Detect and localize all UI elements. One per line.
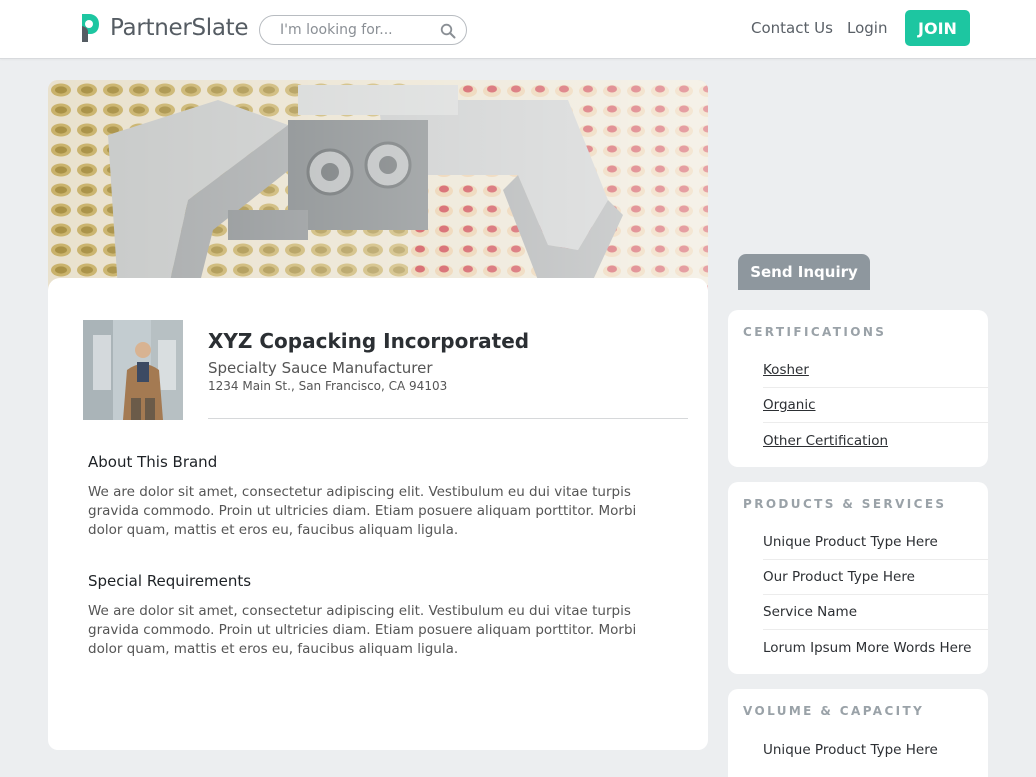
list-item[interactable]: Other Certification: [763, 423, 988, 458]
products-title: PRODUCTS & SERVICES: [743, 497, 947, 511]
divider: [208, 418, 688, 419]
list-item[interactable]: Organic: [763, 388, 988, 423]
products-list: Unique Product Type Here Our Product Typ…: [728, 525, 988, 665]
about-title: About This Brand: [88, 453, 218, 471]
certifications-title: CERTIFICATIONS: [743, 325, 887, 339]
login-link[interactable]: Login: [847, 19, 887, 37]
company-type: Specialty Sauce Manufacturer: [208, 359, 433, 377]
volume-list: Unique Product Type Here: [728, 732, 988, 767]
search-icon[interactable]: [440, 23, 456, 39]
certifications-card: CERTIFICATIONS Kosher Organic Other Cert…: [728, 310, 988, 467]
logo-text: PartnerSlate: [110, 15, 249, 41]
contact-us-link[interactable]: Contact Us: [751, 19, 833, 37]
products-services-card: PRODUCTS & SERVICES Unique Product Type …: [728, 482, 988, 674]
send-inquiry-button[interactable]: Send Inquiry: [738, 254, 870, 290]
about-body: We are dolor sit amet, consectetur adipi…: [88, 484, 637, 538]
partnerslate-logo-icon: [82, 14, 99, 42]
list-item[interactable]: Kosher: [763, 353, 988, 388]
certifications-list: Kosher Organic Other Certification: [728, 353, 988, 458]
company-name: XYZ Copacking Incorporated: [208, 329, 530, 353]
search-box[interactable]: [259, 15, 467, 45]
list-item: Unique Product Type Here: [763, 525, 988, 560]
list-item: Unique Product Type Here: [763, 741, 938, 758]
company-profile-card: XYZ Copacking Incorporated Specialty Sau…: [48, 278, 708, 750]
certification-link[interactable]: Kosher: [763, 362, 809, 378]
certification-link[interactable]: Organic: [763, 397, 816, 413]
list-item: Lorum Ipsum More Words Here: [763, 639, 972, 656]
company-address: 1234 Main St., San Francisco, CA 94103: [208, 379, 448, 393]
requirements-title: Special Requirements: [88, 572, 252, 590]
requirements-body: We are dolor sit amet, consectetur adipi…: [88, 603, 637, 657]
logo[interactable]: PartnerSlate: [80, 12, 249, 44]
top-header: PartnerSlate Contact Us Login JOIN: [0, 0, 1036, 59]
hero-banner-image: [48, 80, 708, 290]
certification-link[interactable]: Other Certification: [763, 433, 888, 449]
company-avatar-image: [83, 320, 183, 420]
list-item: Service Name: [763, 595, 988, 630]
search-input[interactable]: [280, 22, 430, 38]
list-item: Our Product Type Here: [763, 560, 988, 595]
volume-capacity-card: VOLUME & CAPACITY Unique Product Type He…: [728, 689, 988, 777]
volume-title: VOLUME & CAPACITY: [743, 704, 925, 718]
factory-machine-illustration: [48, 80, 708, 290]
join-button[interactable]: JOIN: [905, 10, 970, 46]
